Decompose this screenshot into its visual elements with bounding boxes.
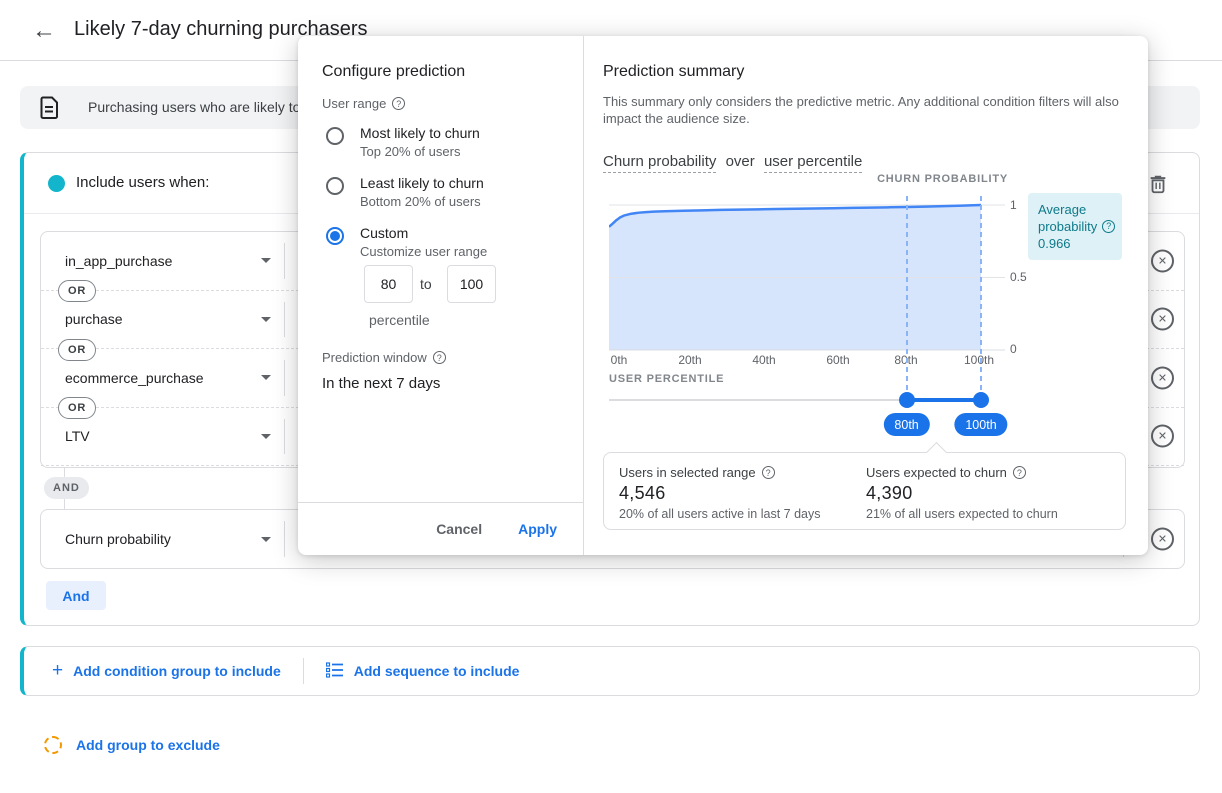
condition-dropdown[interactable]: in_app_purchase (65, 232, 275, 290)
condition-dropdown[interactable]: LTV (65, 408, 275, 466)
x-tick-label: 20th (663, 353, 717, 367)
chevron-down-icon (261, 537, 271, 542)
x-tick-label: 0th (592, 353, 646, 367)
chevron-down-icon (261, 434, 271, 439)
to-label: to (420, 276, 432, 292)
stat-users-in-range: Users in selected range ? 4,546 20% of a… (619, 465, 821, 521)
chart-x-axis-label: USER PERCENTILE (609, 373, 724, 385)
configure-prediction-dialog: Configure prediction User range ? Most l… (298, 36, 1148, 555)
help-icon[interactable]: ? (1102, 220, 1115, 233)
radio-unselected-icon (326, 127, 344, 145)
add-and-condition-button[interactable]: And (46, 581, 106, 610)
prediction-window-value: In the next 7 days (322, 375, 440, 392)
exclude-dashed-circle-icon (44, 736, 62, 754)
churn-probability-chart (609, 195, 1009, 357)
apply-button[interactable]: Apply (518, 521, 557, 537)
slider-handle-low[interactable] (899, 392, 915, 408)
delete-group-trash-icon[interactable] (1147, 173, 1169, 195)
help-icon[interactable]: ? (1013, 466, 1026, 479)
slider-value-pill-high: 100th (954, 413, 1007, 436)
y-tick-label: 1 (1010, 198, 1017, 212)
slider-handle-high[interactable] (973, 392, 989, 408)
help-icon[interactable]: ? (762, 466, 775, 479)
chart-title: Churn probability over user percentile (603, 153, 867, 170)
cancel-button[interactable]: Cancel (436, 521, 482, 537)
plus-icon: + (52, 660, 63, 682)
remove-condition-button[interactable]: ✕ (1151, 308, 1174, 331)
selection-dashed-line (906, 196, 908, 397)
average-probability-tooltip: Average probability ? 0.966 (1028, 193, 1122, 260)
radio-selected-icon (326, 227, 344, 245)
chevron-down-icon (261, 375, 271, 380)
condition-dropdown[interactable]: Churn probability (65, 510, 275, 568)
radio-custom[interactable]: Custom Customize user range (326, 224, 487, 260)
sequence-list-icon (326, 662, 344, 681)
percentile-label: percentile (369, 312, 430, 328)
or-operator-pill: OR (58, 280, 96, 302)
condition-dropdown[interactable]: purchase (65, 291, 275, 349)
audience-builder-page: ← Likely 7-day churning purchasers Purch… (0, 0, 1222, 793)
x-tick-label: 100th (952, 353, 1006, 367)
or-operator-pill: OR (58, 397, 96, 419)
add-group-card: + Add condition group to include Add seq… (20, 646, 1200, 696)
remove-condition-button[interactable]: ✕ (1151, 528, 1174, 551)
summary-stats-box: Users in selected range ? 4,546 20% of a… (603, 452, 1126, 530)
radio-unselected-icon (326, 177, 344, 195)
chart-y-axis-label: CHURN PROBABILITY (698, 173, 1008, 185)
prediction-window-label: Prediction window ? (322, 350, 446, 365)
add-group-to-exclude-button[interactable]: Add group to exclude (44, 736, 220, 754)
remove-condition-button[interactable]: ✕ (1151, 425, 1174, 448)
audience-description-text: Purchasing users who are likely to (88, 99, 300, 115)
selection-dashed-line (980, 196, 982, 397)
y-tick-label: 0 (1010, 342, 1017, 356)
include-group-title: Include users when: (76, 174, 209, 191)
help-icon[interactable]: ? (433, 351, 446, 364)
help-icon[interactable]: ? (392, 97, 405, 110)
or-operator-pill: OR (58, 339, 96, 361)
back-arrow-icon[interactable]: ← (28, 15, 60, 47)
add-sequence-button[interactable]: Add sequence to include (326, 662, 520, 681)
x-tick-label: 60th (811, 353, 865, 367)
radio-most-likely[interactable]: Most likely to churn Top 20% of users (326, 124, 480, 160)
dialog-title: Configure prediction (322, 63, 465, 81)
add-condition-group-button[interactable]: + Add condition group to include (52, 660, 281, 682)
dialog-footer: Cancel Apply (298, 503, 583, 555)
document-icon (40, 96, 59, 124)
and-operator-pill: AND (44, 477, 89, 499)
stat-users-expected-churn: Users expected to churn ? 4,390 21% of a… (866, 465, 1058, 521)
summary-title: Prediction summary (603, 63, 744, 81)
summary-description: This summary only considers the predicti… (603, 93, 1131, 127)
y-tick-label: 0.5 (1010, 270, 1027, 284)
chevron-down-icon (261, 317, 271, 322)
percentile-slider-selected-range (907, 398, 981, 402)
remove-condition-button[interactable]: ✕ (1151, 249, 1174, 272)
condition-dropdown[interactable]: ecommerce_purchase (65, 349, 275, 407)
user-range-label: User range ? (322, 96, 405, 111)
range-to-input[interactable] (447, 265, 496, 303)
range-from-input[interactable] (364, 265, 413, 303)
radio-least-likely[interactable]: Least likely to churn Bottom 20% of user… (326, 174, 484, 210)
include-group-icon (48, 175, 65, 192)
chevron-down-icon (261, 258, 271, 263)
slider-value-pill-low: 80th (883, 413, 929, 436)
x-tick-label: 40th (737, 353, 791, 367)
remove-condition-button[interactable]: ✕ (1151, 366, 1174, 389)
